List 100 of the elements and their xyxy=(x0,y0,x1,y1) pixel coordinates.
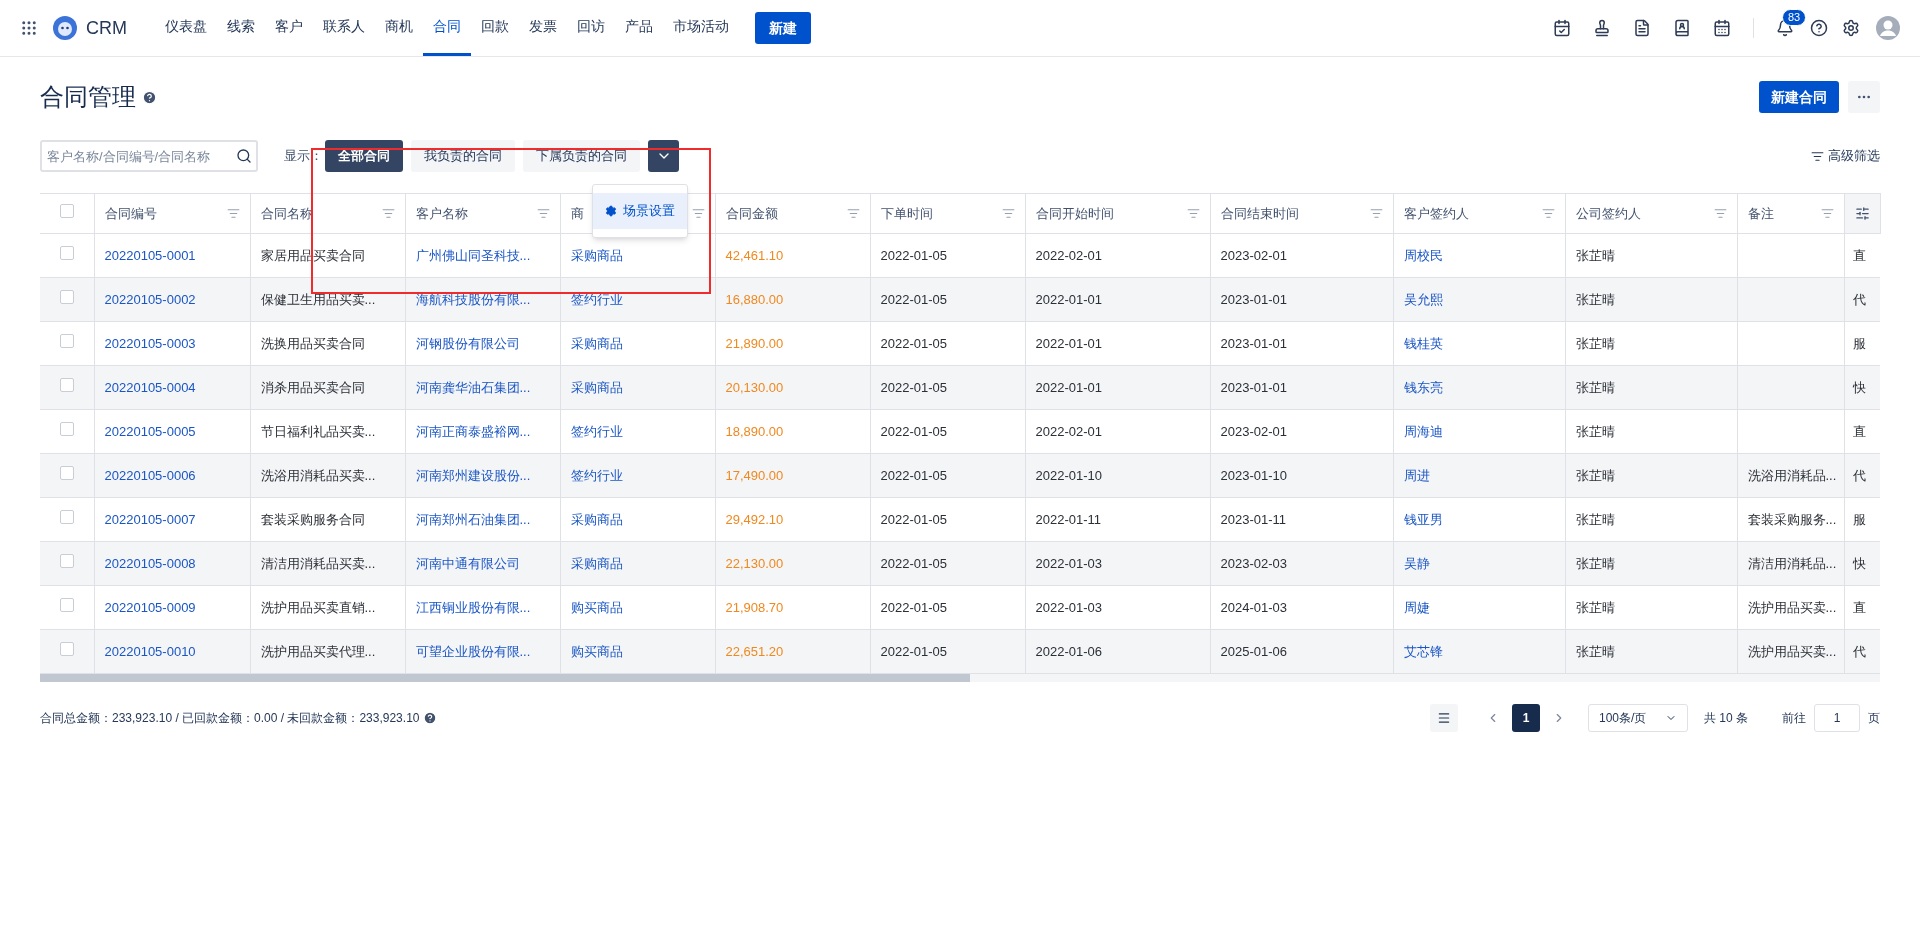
table-link[interactable]: 20220105-0001 xyxy=(104,247,196,263)
column-filter-icon[interactable] xyxy=(846,207,860,220)
phone-book-icon[interactable] xyxy=(1673,19,1691,37)
table-link[interactable]: 河南龚华油石集团... xyxy=(415,379,531,395)
table-link[interactable]: 20220105-0002 xyxy=(104,291,196,307)
column-filter-icon[interactable] xyxy=(1820,207,1834,220)
column-filter-icon[interactable] xyxy=(536,207,550,220)
row-checkbox[interactable] xyxy=(59,245,74,260)
document-icon[interactable] xyxy=(1633,19,1651,37)
table-link[interactable]: 购买商品 xyxy=(570,643,623,659)
row-checkbox[interactable] xyxy=(59,333,74,348)
calendar-check-icon[interactable] xyxy=(1553,19,1571,37)
table-link[interactable]: 周海迪 xyxy=(1403,423,1443,439)
more-button[interactable] xyxy=(1848,81,1880,113)
table-link[interactable]: 广州佛山同圣科技... xyxy=(415,247,531,263)
table-link[interactable]: 采购商品 xyxy=(570,511,623,527)
table-link[interactable]: 钱东亮 xyxy=(1403,379,1443,395)
table-link[interactable]: 钱桂英 xyxy=(1403,335,1443,351)
scene-tab[interactable]: 全部合同 xyxy=(325,140,403,172)
nav-tab[interactable]: 联系人 xyxy=(313,0,375,56)
table-link[interactable]: 采购商品 xyxy=(570,555,623,571)
row-checkbox[interactable] xyxy=(59,377,74,392)
nav-tab[interactable]: 客户 xyxy=(265,0,313,56)
table-link[interactable]: 20220105-0007 xyxy=(104,511,196,527)
scene-settings-item[interactable]: 场景设置 xyxy=(593,193,687,229)
table-link[interactable]: 20220105-0003 xyxy=(104,335,196,351)
calendar-icon[interactable] xyxy=(1713,19,1731,37)
settings-icon[interactable] xyxy=(1842,19,1860,37)
scene-tab[interactable]: 下属负责的合同 xyxy=(523,140,640,172)
table-link[interactable]: 签约行业 xyxy=(570,291,623,307)
column-settings-icon[interactable] xyxy=(1854,206,1870,221)
table-link[interactable]: 吴允熙 xyxy=(1403,291,1443,307)
row-checkbox[interactable] xyxy=(59,289,74,304)
table-link[interactable]: 20220105-0005 xyxy=(104,423,196,439)
table-link[interactable]: 周校民 xyxy=(1403,247,1443,263)
nav-tab[interactable]: 仪表盘 xyxy=(155,0,217,56)
row-checkbox[interactable] xyxy=(59,203,74,218)
row-checkbox[interactable] xyxy=(59,421,74,436)
table-link[interactable]: 可望企业股份有限... xyxy=(415,643,531,659)
row-checkbox[interactable] xyxy=(59,465,74,480)
table-link[interactable]: 河钢股份有限公司 xyxy=(415,335,520,351)
table-link[interactable]: 钱亚男 xyxy=(1403,511,1443,527)
scene-dropdown-button[interactable] xyxy=(648,140,679,172)
new-contract-button[interactable]: 新建合同 xyxy=(1759,81,1839,113)
table-link[interactable]: 采购商品 xyxy=(570,335,623,351)
apps-grid-icon[interactable] xyxy=(20,19,38,37)
table-link[interactable]: 采购商品 xyxy=(570,379,623,395)
table-link[interactable]: 20220105-0010 xyxy=(104,643,196,659)
column-filter-icon[interactable] xyxy=(1186,207,1200,220)
table-link[interactable]: 20220105-0006 xyxy=(104,467,196,483)
nav-tab[interactable]: 回款 xyxy=(471,0,519,56)
column-filter-icon[interactable] xyxy=(381,207,395,220)
table-link[interactable]: 20220105-0009 xyxy=(104,599,196,615)
table-link[interactable]: 河南郑州石油集团... xyxy=(415,511,531,527)
row-checkbox[interactable] xyxy=(59,553,74,568)
table-link[interactable]: 20220105-0004 xyxy=(104,379,196,395)
table-link[interactable]: 河南正商泰盛裕网... xyxy=(415,423,531,439)
table-link[interactable]: 20220105-0008 xyxy=(104,555,196,571)
goto-page-field[interactable]: 1 xyxy=(1814,704,1860,732)
table-link[interactable]: 周进 xyxy=(1403,467,1430,483)
table-link[interactable]: 河南中通有限公司 xyxy=(415,555,520,571)
scene-tab[interactable]: 我负责的合同 xyxy=(411,140,515,172)
row-checkbox[interactable] xyxy=(59,509,74,524)
search-field[interactable]: 客户名称/合同编号/合同名称 xyxy=(40,140,258,172)
nav-tab[interactable]: 回访 xyxy=(567,0,615,56)
nav-tab[interactable]: 产品 xyxy=(615,0,663,56)
page-size-select[interactable]: 100条/页 xyxy=(1588,704,1688,732)
table-link[interactable]: 采购商品 xyxy=(570,247,623,263)
row-checkbox[interactable] xyxy=(59,641,74,656)
table-link[interactable]: 河南郑州建设股份... xyxy=(415,467,531,483)
nav-tab[interactable]: 商机 xyxy=(375,0,423,56)
table-link[interactable]: 海航科技股份有限... xyxy=(415,291,531,307)
stamp-icon[interactable] xyxy=(1593,19,1611,37)
list-view-button[interactable] xyxy=(1430,704,1458,732)
search-icon[interactable] xyxy=(236,148,252,164)
nav-tab[interactable]: 发票 xyxy=(519,0,567,56)
table-link[interactable]: 周婕 xyxy=(1403,599,1430,615)
advanced-filter-button[interactable]: 高级筛选 xyxy=(1811,146,1880,166)
column-filter-icon[interactable] xyxy=(691,207,705,220)
table-link[interactable]: 江西铜业股份有限... xyxy=(415,599,531,615)
table-link[interactable]: 吴静 xyxy=(1403,555,1430,571)
table-link[interactable]: 签约行业 xyxy=(570,467,623,483)
avatar[interactable] xyxy=(1876,16,1900,40)
column-filter-icon[interactable] xyxy=(1369,207,1383,220)
nav-tab[interactable]: 市场活动 xyxy=(663,0,739,56)
nav-tab[interactable]: 合同 xyxy=(423,0,471,56)
table-link[interactable]: 购买商品 xyxy=(570,599,623,615)
column-filter-icon[interactable] xyxy=(1001,207,1015,220)
page-button[interactable]: 1 xyxy=(1512,704,1540,732)
bell-icon[interactable] xyxy=(1776,19,1794,37)
new-button[interactable]: 新建 xyxy=(755,12,811,44)
help-icon[interactable] xyxy=(1810,19,1828,37)
column-filter-icon[interactable] xyxy=(226,207,240,220)
horizontal-scrollbar[interactable] xyxy=(40,674,1880,682)
column-filter-icon[interactable] xyxy=(1713,207,1727,220)
table-link[interactable]: 艾芯锋 xyxy=(1403,643,1443,659)
nav-tab[interactable]: 线索 xyxy=(217,0,265,56)
column-filter-icon[interactable] xyxy=(1541,207,1555,220)
row-checkbox[interactable] xyxy=(59,597,74,612)
table-link[interactable]: 签约行业 xyxy=(570,423,623,439)
